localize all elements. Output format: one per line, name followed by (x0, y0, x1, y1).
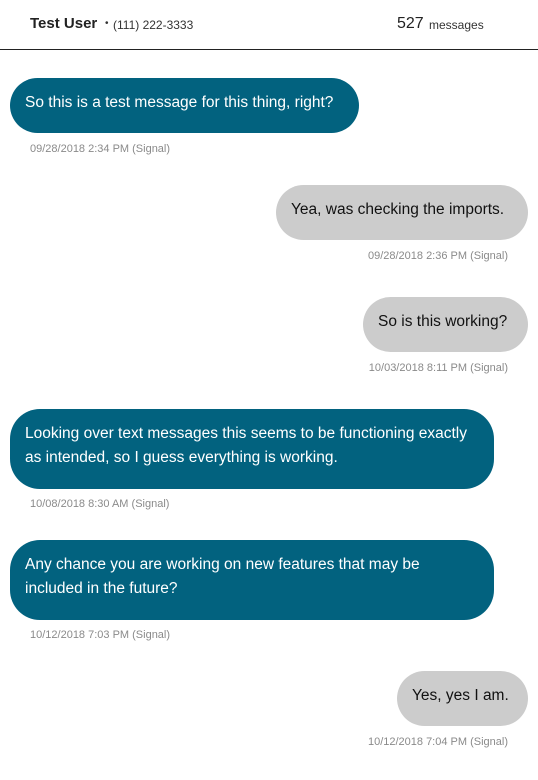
conversation-header: Test User • (111) 222-3333 527 messages (0, 0, 538, 50)
message-timestamp: 10/03/2018 8:11 PM (Signal) (368, 362, 508, 374)
message-count: 527 (397, 15, 424, 32)
header-separator: • (105, 18, 109, 29)
message-bubble-incoming: So this is a test message for this thing… (10, 78, 359, 133)
message-timestamp: 10/12/2018 7:04 PM (Signal) (367, 736, 508, 748)
message-bubble-incoming: Any chance you are working on new featur… (10, 540, 494, 620)
contact-name: Test User (30, 15, 98, 32)
message-count-label: messages (429, 18, 484, 32)
message-timestamp: 10/12/2018 7:03 PM (Signal) (30, 629, 171, 641)
message-bubble-outgoing: So is this working? (363, 297, 528, 352)
message-timestamp: 10/08/2018 8:30 AM (Signal) (30, 498, 170, 510)
contact-phone: (111) 222-3333 (113, 18, 194, 32)
message-timestamp: 09/28/2018 2:34 PM (Signal) (30, 143, 171, 155)
message-bubble-incoming: Looking over text messages this seems to… (10, 409, 494, 489)
message-bubble-outgoing: Yea, was checking the imports. (276, 185, 528, 240)
message-bubble-outgoing: Yes, yes I am. (397, 671, 528, 726)
message-timestamp: 09/28/2018 2:36 PM (Signal) (367, 250, 508, 262)
